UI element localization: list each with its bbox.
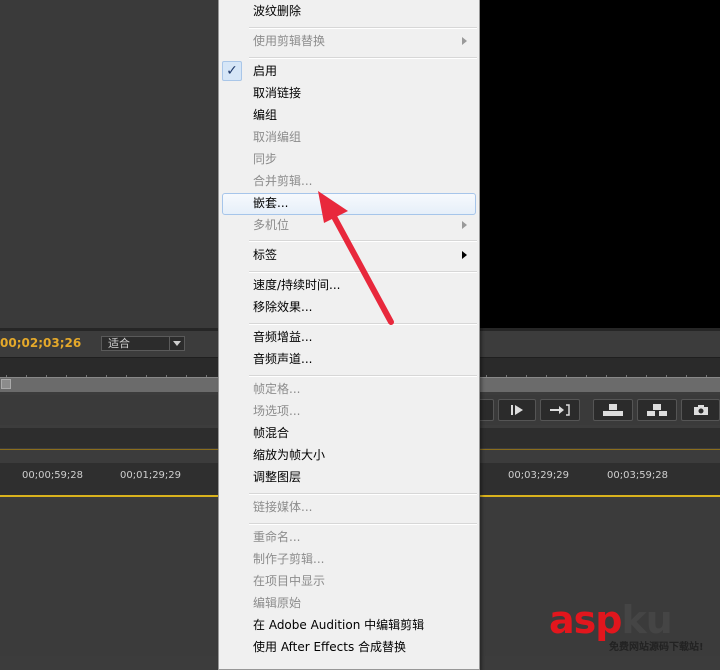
- menu-item-replace-with-clip[interactable]: 使用剪辑替换: [253, 33, 325, 49]
- timeline-timecode: 00;03;59;28: [607, 470, 669, 481]
- menu-item-adjustment-layer[interactable]: 调整图层: [253, 469, 301, 485]
- program-monitor: [480, 0, 720, 328]
- scrollbar-handle[interactable]: [1, 379, 11, 389]
- watermark-logo: aspku 免费网站源码下载站!: [549, 598, 719, 656]
- submenu-arrow-icon: [462, 37, 467, 45]
- work-area-bar-right[interactable]: [480, 495, 720, 497]
- timeline-timecode: 00;00;59;28: [22, 470, 84, 481]
- menu-separator: [249, 523, 477, 525]
- menu-item-edit-in-audition[interactable]: 在 Adobe Audition 中编辑剪辑: [253, 617, 424, 633]
- zoom-scrollbar-right[interactable]: [480, 377, 720, 392]
- menu-item-enable[interactable]: 启用: [253, 63, 277, 79]
- monitor-time-ruler[interactable]: [0, 357, 220, 378]
- menu-item-rename[interactable]: 重命名...: [253, 529, 300, 545]
- menu-item-field-options[interactable]: 场选项...: [253, 403, 300, 419]
- menu-item-audio-channels[interactable]: 音频声道...: [253, 351, 312, 367]
- menu-item-synchronize[interactable]: 同步: [253, 151, 277, 167]
- menu-item-replace-with-after-effects[interactable]: 使用 After Effects 合成替换: [253, 639, 406, 655]
- menu-item-scale-to-frame[interactable]: 缩放为帧大小: [253, 447, 325, 463]
- monitor-time-ruler-right[interactable]: [480, 357, 720, 378]
- menu-item-label[interactable]: 标签: [253, 247, 277, 263]
- step-forward-button[interactable]: [498, 399, 536, 421]
- timecode-display[interactable]: 00;02;03;26: [0, 335, 81, 351]
- menu-item-group[interactable]: 编组: [253, 107, 277, 123]
- go-to-out-icon: [550, 404, 570, 416]
- extract-icon: [647, 404, 667, 416]
- zoom-scrollbar[interactable]: [0, 377, 220, 392]
- menu-item-multi-camera[interactable]: 多机位: [253, 217, 289, 233]
- menu-item-link-media[interactable]: 链接媒体...: [253, 499, 312, 515]
- go-to-out-button[interactable]: [540, 399, 580, 421]
- menu-item-ungroup[interactable]: 取消编组: [253, 129, 301, 145]
- menu-item-frame-blend[interactable]: 帧混合: [253, 425, 289, 441]
- submenu-arrow-icon: [462, 251, 467, 259]
- extract-button[interactable]: [637, 399, 677, 421]
- menu-item-frame-hold[interactable]: 帧定格...: [253, 381, 300, 397]
- menu-item-nest[interactable]: 嵌套...: [253, 195, 288, 211]
- menu-separator: [249, 493, 477, 495]
- timeline-timecode: 00;03;29;29: [508, 470, 570, 481]
- watermark-brand: aspku: [549, 598, 673, 642]
- menu-item-audio-gain[interactable]: 音频增益...: [253, 329, 312, 345]
- camera-icon: [693, 405, 708, 415]
- submenu-arrow-icon: [462, 221, 467, 229]
- watermark-tagline: 免费网站源码下载站!: [609, 642, 704, 653]
- menu-separator: [249, 57, 477, 59]
- annotation-arrow: [318, 191, 394, 325]
- export-frame-button[interactable]: [681, 399, 720, 421]
- menu-separator: [249, 375, 477, 377]
- source-monitor: [0, 0, 220, 330]
- work-area-bar[interactable]: [0, 495, 220, 497]
- fit-dropdown-value: 适合: [108, 337, 130, 350]
- menu-separator: [249, 27, 477, 29]
- menu-item-unlink[interactable]: 取消链接: [253, 85, 301, 101]
- menu-item-reveal-in-project[interactable]: 在项目中显示: [253, 573, 325, 589]
- menu-item-ripple-delete[interactable]: 波纹删除: [253, 3, 301, 19]
- timeline-timecode: 00;01;29;29: [120, 470, 182, 481]
- chevron-down-icon: [173, 341, 181, 346]
- dropdown-separator: [169, 337, 170, 350]
- fit-dropdown[interactable]: 适合: [101, 336, 185, 351]
- menu-item-make-subclip[interactable]: 制作子剪辑...: [253, 551, 324, 567]
- menu-item-edit-original[interactable]: 编辑原始: [253, 595, 301, 611]
- step-forward-icon: [511, 405, 523, 415]
- check-icon: ✓: [226, 63, 238, 79]
- lift-button[interactable]: [593, 399, 633, 421]
- lift-icon: [603, 404, 623, 416]
